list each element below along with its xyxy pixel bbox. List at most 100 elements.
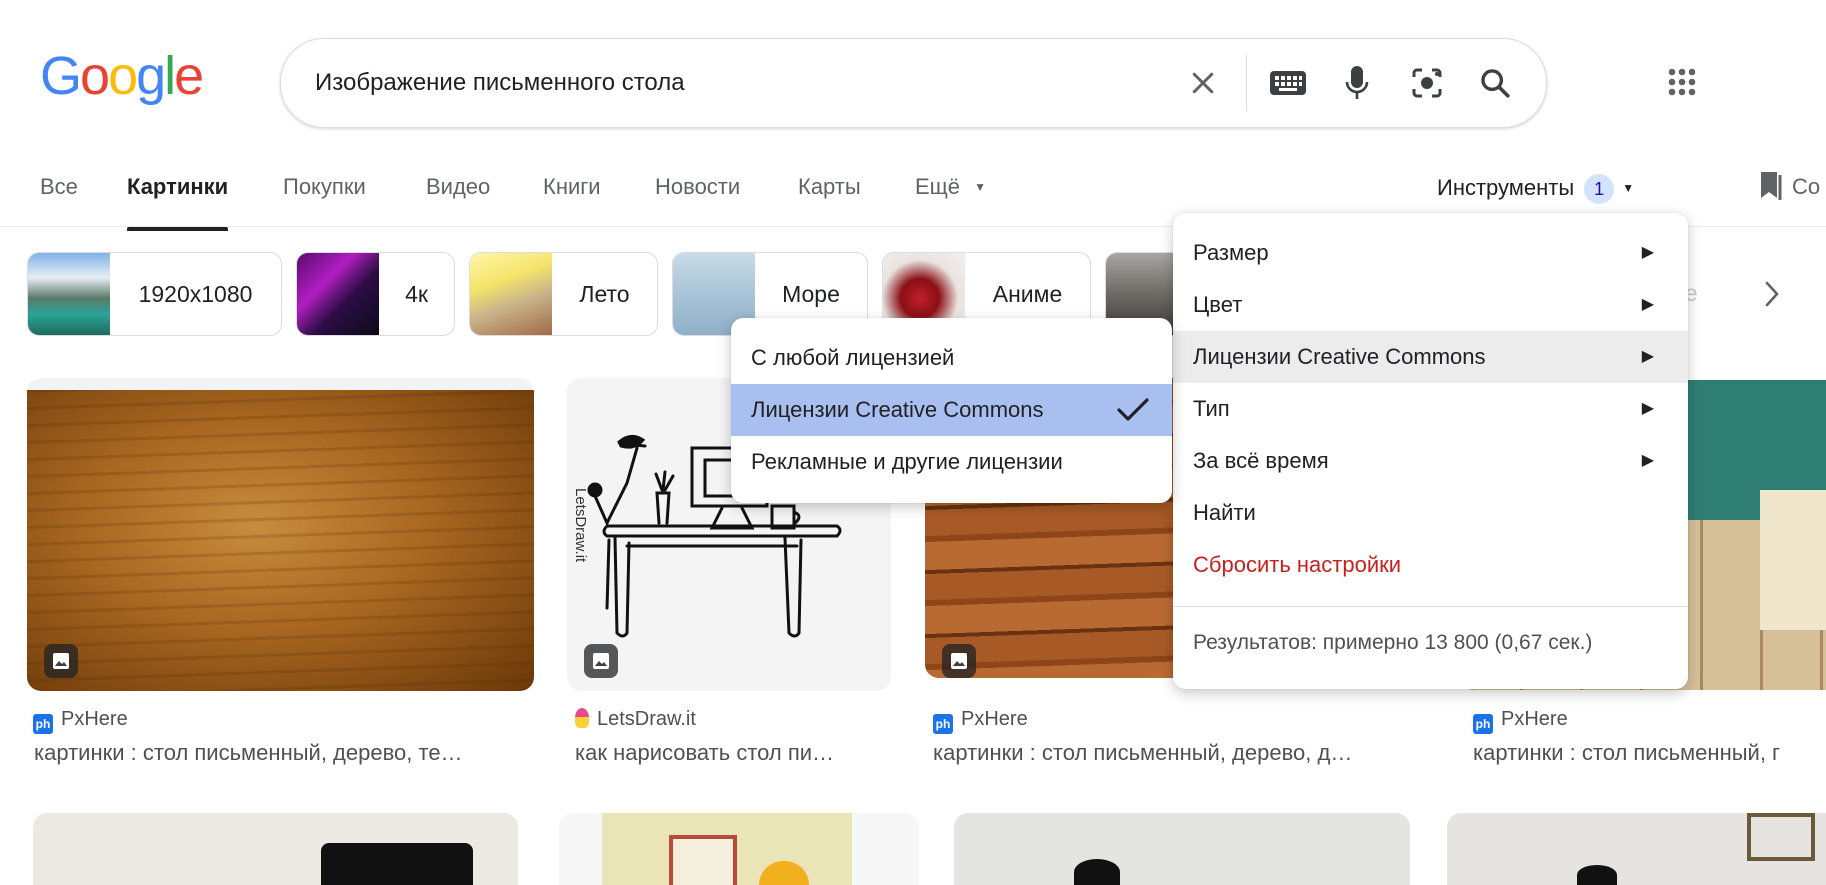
tab-maps[interactable]: Карты [798, 174, 861, 224]
tab-video[interactable]: Видео [426, 174, 490, 224]
caret-down-icon: ▼ [1622, 180, 1635, 195]
source-name: LetsDraw.it [597, 708, 696, 730]
chip-thumbnail [297, 253, 379, 335]
menu-item-label: Цвет [1193, 292, 1243, 317]
license-option-commercial[interactable]: Рекламные и другие лицензии [731, 436, 1172, 488]
source-name: PxHere [961, 708, 1028, 730]
caret-right-icon: ▶ [1641, 348, 1654, 365]
checkmark-icon [1117, 398, 1149, 421]
license-option-label: С любой лицензией [751, 345, 955, 370]
result-title-3[interactable]: картинки : стол письменный, дерево, д… [933, 740, 1413, 766]
chip-label: 1920x1080 [138, 280, 253, 307]
paper-sheet [1760, 490, 1826, 630]
result-image-6[interactable] [559, 813, 919, 885]
wood-texture [27, 390, 534, 691]
keyboard-icon[interactable] [1266, 61, 1310, 105]
menu-item-size[interactable]: Размер ▶ [1173, 227, 1688, 279]
logo-letter: g [136, 46, 166, 106]
logo-letter: G [40, 46, 82, 106]
image-icon [942, 644, 976, 678]
desk-lamp [1577, 865, 1617, 885]
menu-item-label: Найти [1193, 500, 1256, 525]
menu-item-usage-rights[interactable]: Лицензии Creative Commons ▶ [1173, 331, 1688, 383]
picture-frame [1747, 813, 1815, 861]
chip-thumbnail [470, 253, 552, 335]
result-image-5[interactable] [33, 813, 518, 885]
chevron-right-icon[interactable] [1752, 274, 1792, 314]
result-title-2[interactable]: как нарисовать стол пи… [575, 740, 875, 766]
menu-item-color[interactable]: Цвет ▶ [1173, 279, 1688, 331]
tab-shopping[interactable]: Покупки [283, 174, 366, 224]
source-name: PxHere [1501, 708, 1568, 730]
menu-item-label: Тип [1193, 396, 1230, 421]
google-logo[interactable]: Google [40, 46, 204, 106]
result-source-4[interactable]: ph PxHere [1473, 708, 1568, 734]
tab-more-label: Ещё [915, 174, 961, 199]
image-icon [44, 644, 78, 678]
chip-label: Море [782, 280, 840, 307]
saved-label: Со [1792, 174, 1821, 199]
logo-letter: e [174, 46, 204, 106]
logo-letter: l [164, 46, 176, 106]
chip-label: Аниме [992, 280, 1063, 307]
license-option-label: Рекламные и другие лицензии [751, 449, 1063, 474]
desk-lamp [1074, 859, 1120, 885]
microphone-icon[interactable] [1335, 61, 1379, 105]
clear-icon[interactable] [1181, 61, 1225, 105]
result-image-8[interactable] [1447, 813, 1826, 885]
license-option-label: Лицензии Creative Commons [751, 397, 1044, 422]
apps-grid-icon[interactable] [1660, 60, 1704, 104]
result-title-4[interactable]: картинки : стол письменный, г [1473, 740, 1826, 766]
laptop-screen [321, 843, 473, 885]
menu-item-time[interactable]: За всё время ▶ [1173, 435, 1688, 487]
chip-1920x1080[interactable]: 1920x1080 [27, 252, 282, 336]
license-submenu: С любой лицензией Лицензии Creative Comm… [731, 318, 1172, 503]
camera-lens-icon[interactable] [1405, 61, 1449, 105]
result-title-1[interactable]: картинки : стол письменный, дерево, те… [34, 740, 534, 766]
result-source-1[interactable]: ph PxHere [33, 708, 128, 734]
menu-divider [1173, 606, 1688, 607]
result-stats: Результатов: примерно 13 800 (0,67 сек.) [1193, 631, 1593, 654]
pxhere-favicon: ph [33, 714, 53, 734]
pxhere-favicon: ph [1473, 714, 1493, 734]
caret-right-icon: ▶ [1641, 296, 1654, 313]
search-icon[interactable] [1473, 61, 1517, 105]
caret-right-icon: ▶ [1641, 452, 1654, 469]
caret-right-icon: ▶ [1641, 244, 1654, 261]
image-icon [584, 644, 618, 678]
license-option-any[interactable]: С любой лицензией [731, 332, 1172, 384]
tab-news[interactable]: Новости [655, 174, 740, 224]
tab-all[interactable]: Все [40, 174, 78, 224]
tools-menu: Размер ▶ Цвет ▶ Лицензии Creative Commons ▶… [1173, 213, 1688, 689]
caret-down-icon: ▼ [974, 180, 987, 194]
chip-label: Лето [579, 280, 630, 307]
bookmark-icon [1761, 172, 1782, 200]
pxhere-favicon: ph [933, 714, 953, 734]
certificate-frame [669, 835, 737, 885]
menu-item-label: Лицензии Creative Commons [1193, 344, 1486, 369]
logo-letter: o [108, 46, 138, 106]
result-image-7[interactable] [954, 813, 1410, 885]
result-source-2[interactable]: LetsDraw.it [575, 708, 696, 731]
logo-letter: o [80, 46, 110, 106]
tab-books[interactable]: Книги [543, 174, 601, 224]
chip-4k[interactable]: 4к [296, 252, 455, 336]
result-source-3[interactable]: ph PxHere [933, 708, 1028, 734]
tab-images[interactable]: Картинки [127, 174, 229, 231]
menu-item-type[interactable]: Тип ▶ [1173, 383, 1688, 435]
result-image-1[interactable] [27, 378, 534, 691]
menu-item-find[interactable]: Найти [1173, 487, 1688, 539]
tools-button[interactable]: Инструменты 1 ▼ [1437, 174, 1634, 204]
license-option-creative-commons[interactable]: Лицензии Creative Commons [731, 384, 1172, 436]
menu-item-label: Размер [1193, 240, 1269, 265]
search-input[interactable]: Изображение письменного стола [315, 39, 685, 127]
saved-button[interactable]: Со [1758, 170, 1820, 200]
tools-count-badge: 1 [1584, 174, 1615, 204]
chip-thumbnail [28, 253, 110, 335]
search-divider [1246, 55, 1247, 111]
caret-right-icon: ▶ [1641, 400, 1654, 417]
reset-settings-link[interactable]: Сбросить настройки [1173, 539, 1688, 591]
tab-more[interactable]: Ещё ▼ [915, 174, 986, 224]
chip-summer[interactable]: Лето [469, 252, 658, 336]
search-box[interactable]: Изображение письменного стола [280, 38, 1547, 128]
